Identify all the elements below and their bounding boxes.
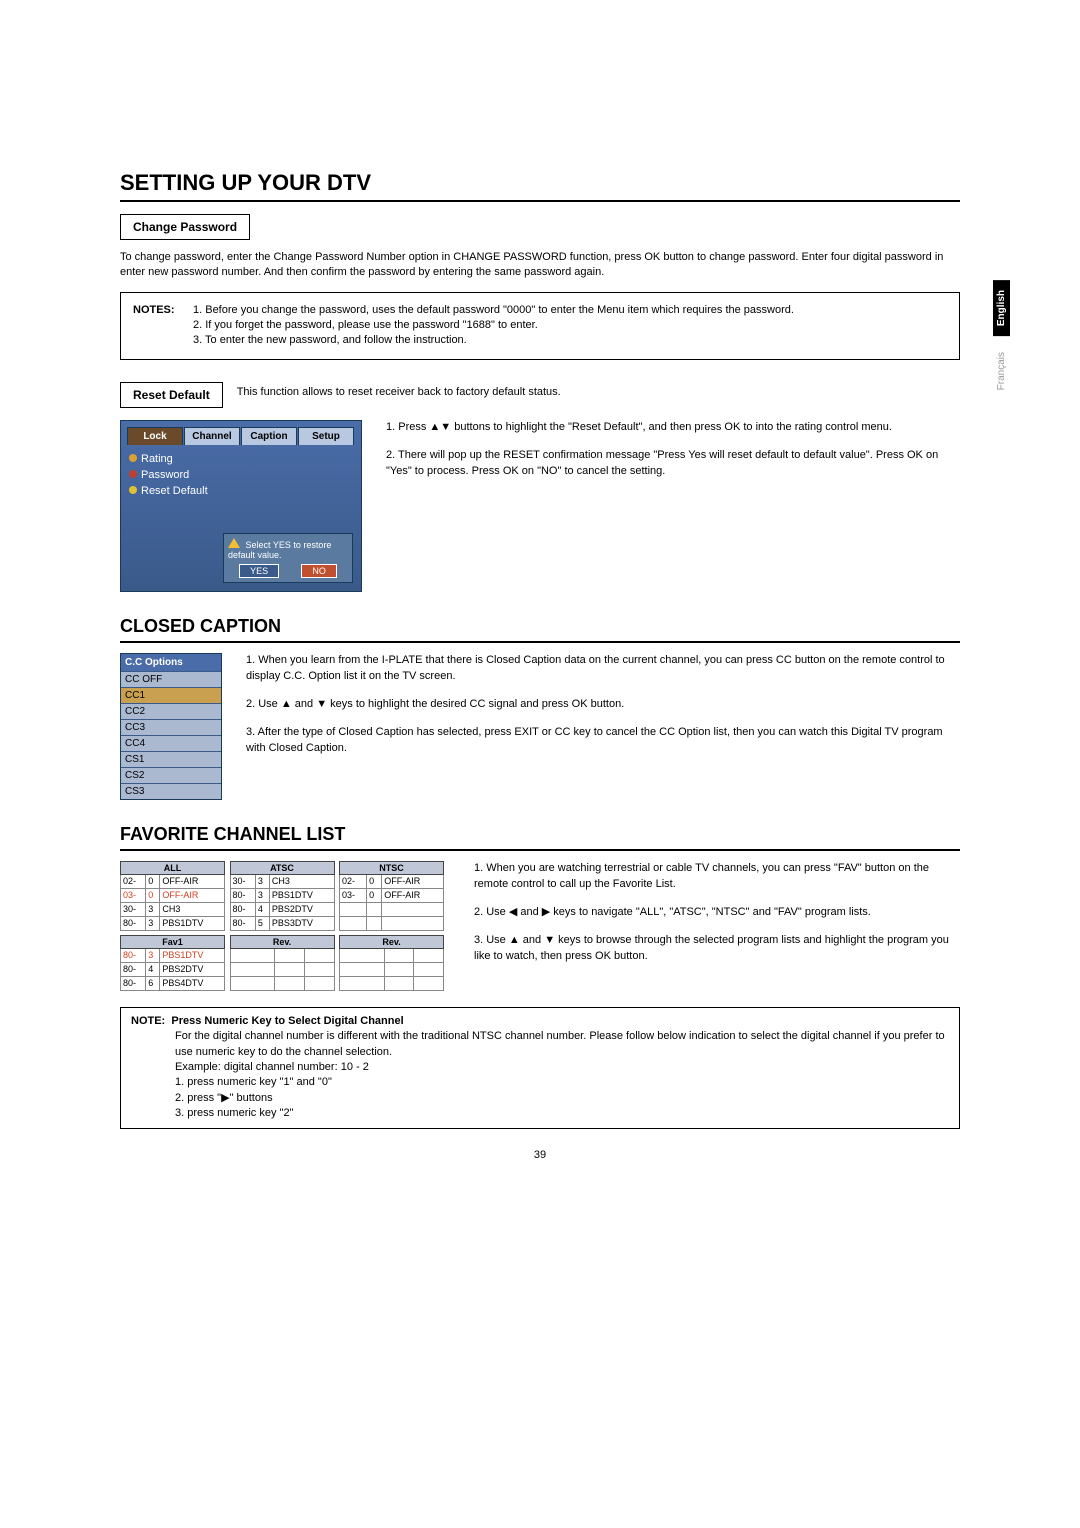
reset-tv-screenshot: Lock Channel Caption Setup Rating Passwo… xyxy=(120,420,362,592)
cc-options-screenshot: C.C Options CC OFF CC1 CC2 CC3 CC4 CS1 C… xyxy=(120,653,222,800)
lang-tab-english: English xyxy=(993,280,1010,336)
table-atsc: ATSC 30-3CH3 80-3PBS1DTV 80-4PBS2DTV 80-… xyxy=(230,861,335,931)
cc-opt-cs1: CS1 xyxy=(121,751,221,767)
fav-step-2: 2. Use ◀ and ▶ keys to navigate "ALL", "… xyxy=(474,905,960,921)
note-lead: NOTE: xyxy=(131,1015,165,1027)
osd-tab-setup: Setup xyxy=(298,427,354,445)
osd-item-rating: Rating xyxy=(129,451,353,467)
page-title: SETTING UP YOUR DTV xyxy=(120,170,960,202)
language-tabs: English Français xyxy=(993,280,1010,406)
note-line-3: 3. press numeric key "2" xyxy=(175,1107,293,1119)
note-line-1: 1. press numeric key "1" and "0" xyxy=(175,1076,332,1088)
cc-opt-cc3: CC3 xyxy=(121,719,221,735)
fav-step-3: 3. Use ▲ and ▼ keys to browse through th… xyxy=(474,933,960,965)
numeric-key-note: NOTE: Press Numeric Key to Select Digita… xyxy=(120,1007,960,1129)
reset-step-1: 1. Press ▲▼ buttons to highlight the "Re… xyxy=(386,420,960,436)
notes-lead: NOTES: xyxy=(133,303,193,318)
change-password-text: To change password, enter the Change Pas… xyxy=(120,250,960,280)
note-example: Example: digital channel number: 10 - 2 xyxy=(175,1061,369,1073)
reset-step-2: 2. There will pop up the RESET confirmat… xyxy=(386,448,960,480)
note-heading: Press Numeric Key to Select Digital Chan… xyxy=(171,1015,403,1027)
osd-item-password: Password xyxy=(129,467,353,483)
osd-tab-caption: Caption xyxy=(241,427,297,445)
note-2: 2. If you forget the password, please us… xyxy=(133,318,947,333)
cc-opt-cc1: CC1 xyxy=(121,687,221,703)
cc-opt-off: CC OFF xyxy=(121,671,221,687)
table-ntsc: NTSC 02-0OFF-AIR 03-0OFF-AIR xyxy=(339,861,444,931)
table-all: ALL 02-0OFF-AIR 03-0OFF-AIR 30-3CH3 80-3… xyxy=(120,861,225,931)
note-body: For the digital channel number is differ… xyxy=(175,1030,945,1057)
osd-tab-lock: Lock xyxy=(127,427,183,445)
dialog-message: Select YES to restore default value. xyxy=(228,540,331,560)
reset-default-desc: This function allows to reset receiver b… xyxy=(237,382,561,398)
warning-icon xyxy=(228,538,240,548)
note-3: 3. To enter the new password, and follow… xyxy=(133,333,947,348)
change-password-label: Change Password xyxy=(120,214,250,240)
cc-step-3: 3. After the type of Closed Caption has … xyxy=(246,725,960,757)
osd-item-reset: Reset Default xyxy=(129,483,353,499)
favorite-channel-title: FAVORITE CHANNEL LIST xyxy=(120,824,960,851)
notes-box: NOTES: 1. Before you change the password… xyxy=(120,292,960,360)
fav-step-1: 1. When you are watching terrestrial or … xyxy=(474,861,960,893)
closed-caption-title: CLOSED CAPTION xyxy=(120,616,960,643)
osd-tab-channel: Channel xyxy=(184,427,240,445)
dialog-no-button: NO xyxy=(301,564,337,578)
table-fav1: Fav1 80-3PBS1DTV 80-4PBS2DTV 80-6PBS4DTV xyxy=(120,935,225,991)
osd-confirm-dialog: Select YES to restore default value. YES… xyxy=(223,533,353,583)
manual-page: SETTING UP YOUR DTV Change Password To c… xyxy=(0,0,1080,1528)
cc-opt-cc4: CC4 xyxy=(121,735,221,751)
table-rev2: Rev. xyxy=(339,935,444,991)
note-1: 1. Before you change the password, uses … xyxy=(193,303,794,318)
lang-tab-francais: Français xyxy=(993,342,1010,400)
cc-opt-cs2: CS2 xyxy=(121,767,221,783)
note-line-2: 2. press "▶" buttons xyxy=(175,1092,273,1104)
table-rev1: Rev. xyxy=(230,935,335,991)
cc-step-2: 2. Use ▲ and ▼ keys to highlight the des… xyxy=(246,697,960,713)
cc-opt-cc2: CC2 xyxy=(121,703,221,719)
cc-opt-cs3: CS3 xyxy=(121,783,221,799)
dialog-yes-button: YES xyxy=(239,564,279,578)
cc-options-header: C.C Options xyxy=(121,654,221,671)
reset-default-label: Reset Default xyxy=(120,382,223,408)
page-number: 39 xyxy=(120,1149,960,1161)
favorite-tables-screenshot: ALL 02-0OFF-AIR 03-0OFF-AIR 30-3CH3 80-3… xyxy=(120,861,450,995)
cc-step-1: 1. When you learn from the I-PLATE that … xyxy=(246,653,960,685)
